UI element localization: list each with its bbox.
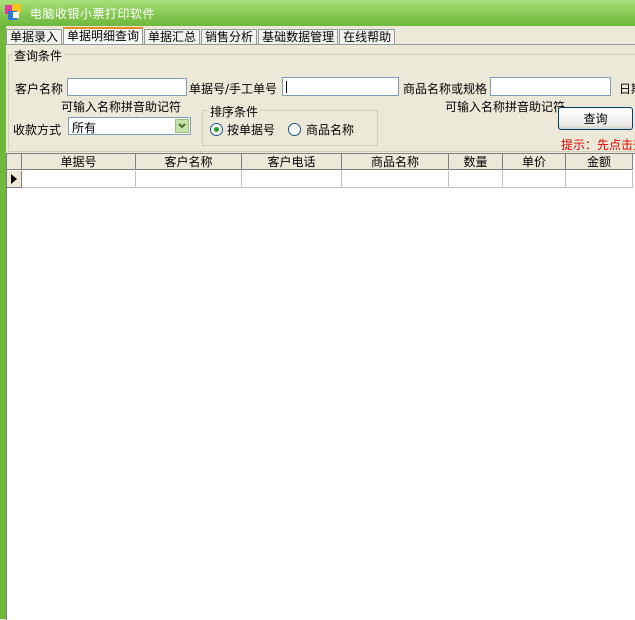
title-bar: 电脑收银小票打印软件	[0, 0, 635, 26]
table-cell[interactable]	[449, 171, 503, 188]
results-grid[interactable]: 单据号 客户名称 客户电话 商品名称 数量 单价 金额	[6, 153, 635, 620]
product-input[interactable]	[490, 77, 611, 96]
query-button[interactable]: 查询	[558, 107, 633, 130]
tab-detail-query[interactable]: 单据明细查询	[63, 27, 144, 45]
grid-header: 单据号 客户名称 客户电话 商品名称 数量 单价 金额	[7, 154, 633, 170]
row-selector[interactable]	[7, 171, 22, 188]
payment-label: 收款方式	[13, 123, 62, 137]
sort-by-doc-radio[interactable]	[210, 123, 223, 136]
tab-entry[interactable]: 单据录入	[6, 29, 63, 45]
table-cell[interactable]	[342, 171, 449, 188]
text-caret	[286, 80, 287, 93]
sort-by-product-label[interactable]: 商品名称	[306, 121, 354, 138]
payment-select-value: 所有	[72, 121, 97, 135]
date-label: 日期	[619, 82, 635, 96]
hint-text: 提示：先点击查询	[561, 138, 635, 152]
doc-number-label: 单据号/手工单号	[189, 82, 278, 96]
tab-base-data[interactable]: 基础数据管理	[258, 29, 339, 45]
payment-select[interactable]: 所有	[68, 117, 191, 135]
column-header-quantity[interactable]: 数量	[449, 154, 503, 170]
app-icon	[5, 4, 21, 20]
tab-online-help[interactable]: 在线帮助	[339, 29, 396, 45]
tab-sales-analysis[interactable]: 销售分析	[201, 29, 258, 45]
table-cell[interactable]	[136, 171, 242, 188]
current-row-arrow-icon	[11, 174, 17, 184]
tab-strip: 单据录入 单据明细查询 单据汇总 销售分析 基础数据管理 在线帮助	[6, 27, 396, 45]
customer-input[interactable]	[67, 78, 187, 96]
customer-label: 客户名称	[15, 82, 64, 96]
doc-number-input[interactable]	[282, 77, 399, 96]
table-cell[interactable]	[242, 171, 342, 188]
column-header-doc-number[interactable]: 单据号	[22, 154, 136, 170]
column-header-customer-name[interactable]: 客户名称	[136, 154, 242, 170]
product-label: 商品名称或规格	[403, 82, 488, 96]
chevron-down-icon[interactable]	[175, 119, 189, 133]
query-group-title: 查询条件	[12, 47, 65, 64]
column-header-unit-price[interactable]: 单价	[503, 154, 566, 170]
row-header-corner	[7, 154, 22, 170]
column-header-customer-phone[interactable]: 客户电话	[242, 154, 342, 170]
customer-hint: 可输入名称拼音助记符	[61, 100, 182, 114]
sort-group-title: 排序条件	[208, 103, 261, 120]
table-cell[interactable]	[503, 171, 566, 188]
table-cell[interactable]	[566, 171, 633, 188]
column-header-product-name[interactable]: 商品名称	[342, 154, 449, 170]
tab-panel-border	[6, 44, 635, 45]
sort-by-doc-label[interactable]: 按单据号	[227, 121, 275, 138]
tab-summary[interactable]: 单据汇总	[144, 29, 201, 45]
window-title: 电脑收银小票打印软件	[30, 7, 156, 21]
product-hint: 可输入名称拼音助记符	[445, 100, 566, 114]
sort-by-product-radio[interactable]	[288, 123, 301, 136]
column-header-amount[interactable]: 金额	[566, 154, 633, 170]
table-cell[interactable]	[22, 171, 136, 188]
table-row[interactable]	[7, 171, 633, 188]
